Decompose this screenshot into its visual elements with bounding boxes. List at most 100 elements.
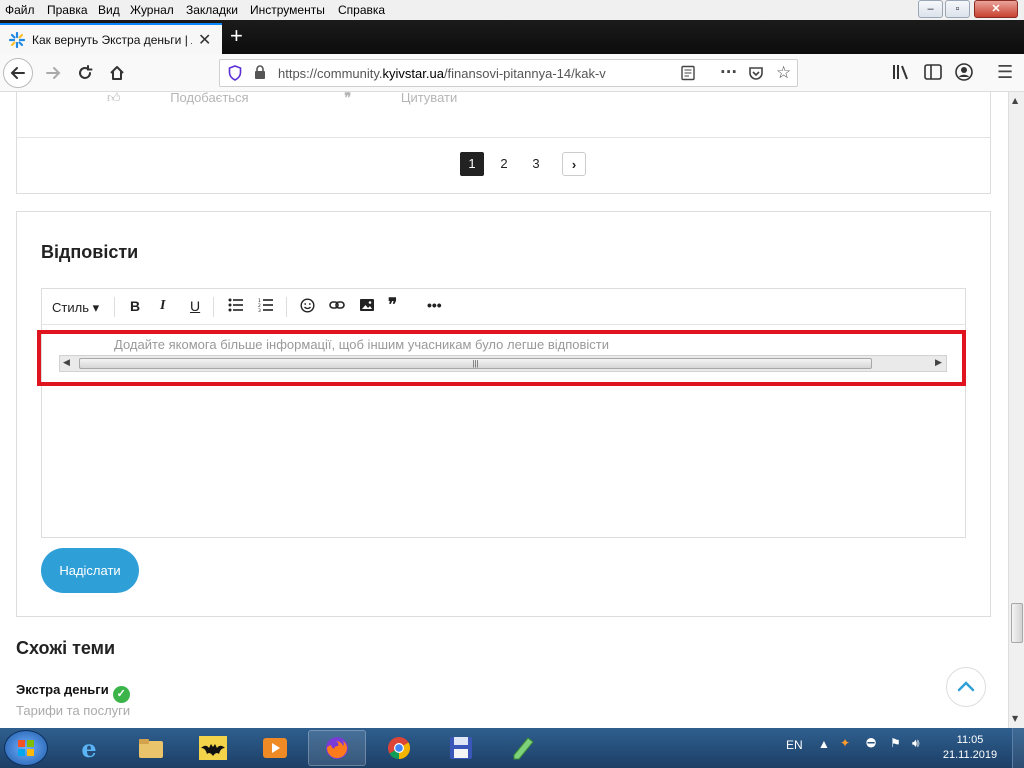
action-center-icon[interactable]: ⚑ [890,736,901,750]
url-text[interactable]: https://community.kyivstar.ua/finansovi-… [278,66,658,81]
tab-close-icon[interactable]: ✕ [198,30,211,50]
scroll-down-icon[interactable]: ▼ [1012,714,1018,723]
blockquote-icon[interactable]: ❞ [388,295,397,315]
menu-help[interactable]: Справка [338,3,385,17]
kyivstar-favicon-icon [8,31,26,49]
url-prefix: https://community. [278,66,383,81]
menu-view[interactable]: Вид [98,3,120,17]
more-options-icon[interactable]: ••• [427,297,442,313]
vertical-scrollbar-thumb[interactable] [1011,603,1023,643]
notepad-app-icon[interactable] [494,730,552,766]
new-tab-button[interactable]: + [230,23,243,49]
menu-history[interactable]: Журнал [130,3,174,17]
page-actions-icon[interactable]: ··· [720,63,737,81]
back-button[interactable] [3,58,33,88]
bold-button[interactable]: B [130,298,140,314]
scroll-up-icon[interactable]: ▲ [1012,96,1018,105]
url-path: /finansovi-pitannya-14/kak-v [443,66,606,81]
minimize-button[interactable]: – [918,0,943,18]
italic-button[interactable]: I [160,298,165,314]
link-icon[interactable] [329,298,345,315]
toolbar-separator [213,297,214,317]
lock-icon[interactable] [254,65,266,84]
home-button[interactable] [102,58,132,88]
quote-label: Цитувати [400,92,458,105]
menu-edit[interactable]: Правка [47,3,88,17]
close-window-button[interactable]: ✕ [974,0,1018,18]
emoji-icon[interactable] [300,298,315,316]
forward-button[interactable] [38,58,68,88]
related-topic-link[interactable]: Экстра деньги ✓ [16,682,130,703]
chrome-icon[interactable] [370,730,428,766]
highlight-box [37,330,966,386]
menu-file[interactable]: Файл [5,3,35,17]
batman-app-icon[interactable] [184,730,242,766]
reload-icon [79,65,93,79]
reader-view-icon[interactable] [680,65,696,85]
related-topic-title: Экстра деньги [16,682,109,697]
pocket-icon[interactable] [748,65,764,85]
internet-explorer-icon[interactable]: e [60,730,118,766]
arrow-right-icon [46,67,61,79]
post-actions: 👍︎ Подобається ❞ Цитувати [107,92,549,106]
avast-icon[interactable]: ✦ [840,736,850,750]
page-2-button[interactable]: 2 [492,152,516,176]
menu-tools[interactable]: Инструменты [250,3,325,17]
bullet-list-icon[interactable] [228,298,244,315]
language-indicator[interactable]: EN [786,738,803,752]
scroll-to-top-button[interactable] [946,667,986,707]
image-icon[interactable] [359,298,375,315]
url-bar[interactable]: https://community.kyivstar.ua/finansovi-… [219,59,798,87]
tab-title: Как вернуть Экстра деньги | Л [32,33,192,47]
start-button[interactable] [4,730,48,766]
network-error-icon[interactable]: ⛔︎ [866,736,876,751]
next-page-button[interactable]: › [562,152,586,176]
page-1-button[interactable]: 1 [460,152,484,176]
volume-icon[interactable]: 🔊︎ [912,736,920,751]
reply-editor[interactable]: Стиль ▾ B I U 123 ❞ ••• Додайте якомога … [41,288,966,538]
thumbs-up-icon: 👍︎ [107,92,125,105]
system-clock[interactable]: 11:05 21.11.2019 [940,733,1000,763]
tracking-shield-icon[interactable] [228,65,242,85]
related-topic-category[interactable]: Тарифи та послуги [16,703,130,718]
related-topics-title: Схожі теми [16,638,116,658]
post-card: 👍︎ Подобається ❞ Цитувати 1 2 3 › [16,92,991,194]
file-explorer-icon[interactable] [122,730,180,766]
windows-taskbar: e EN ▲ ✦ ⛔︎ ⚑ 🔊︎ 11:05 21.11.2019 [0,728,1024,768]
svg-text:3: 3 [258,308,261,312]
checkmark-icon: ✓ [112,686,130,703]
toolbar-separator [114,297,115,317]
library-icon[interactable] [892,64,910,84]
hamburger-menu-icon[interactable]: ☰ [997,62,1013,83]
clock-time: 11:05 [956,734,984,746]
style-dropdown[interactable]: Стиль ▾ [52,300,99,316]
bookmark-star-icon[interactable]: ☆ [776,63,791,83]
menu-bookmarks[interactable]: Закладки [186,3,238,17]
divider [17,137,990,138]
underline-button[interactable]: U [190,298,200,314]
quote-button[interactable]: ❞ Цитувати [344,92,503,105]
vertical-scrollbar[interactable]: ▲ ▼ [1008,92,1024,728]
editor-toolbar: Стиль ▾ B I U 123 ❞ ••• [42,289,965,325]
tray-expand-icon[interactable]: ▲ [818,737,830,751]
media-player-icon[interactable] [246,730,304,766]
tab-active[interactable]: Как вернуть Экстра деньги | Л ✕ [0,23,222,54]
nav-toolbar: https://community.kyivstar.ua/finansovi-… [0,54,1024,92]
quote-icon: ❞ [344,92,355,105]
toolbar-separator [286,297,287,317]
firefox-window: Файл Правка Вид Журнал Закладки Инструме… [0,0,1024,768]
reply-title: Відповісти [41,242,139,262]
send-button[interactable]: Надіслати [41,548,139,593]
save-disk-app-icon[interactable] [432,730,490,766]
numbered-list-icon[interactable]: 123 [258,298,274,315]
sidebar-icon[interactable] [924,64,942,84]
show-desktop-button[interactable] [1012,728,1024,768]
chevron-right-icon: › [571,157,577,172]
account-icon[interactable] [955,63,973,85]
maximize-button[interactable]: ▫ [945,0,970,18]
like-button[interactable]: 👍︎ Подобається [107,92,295,105]
url-domain: kyivstar.ua [382,66,444,81]
firefox-taskbar-icon[interactable] [308,730,366,766]
page-3-button[interactable]: 3 [524,152,548,176]
reload-button[interactable] [70,58,100,88]
